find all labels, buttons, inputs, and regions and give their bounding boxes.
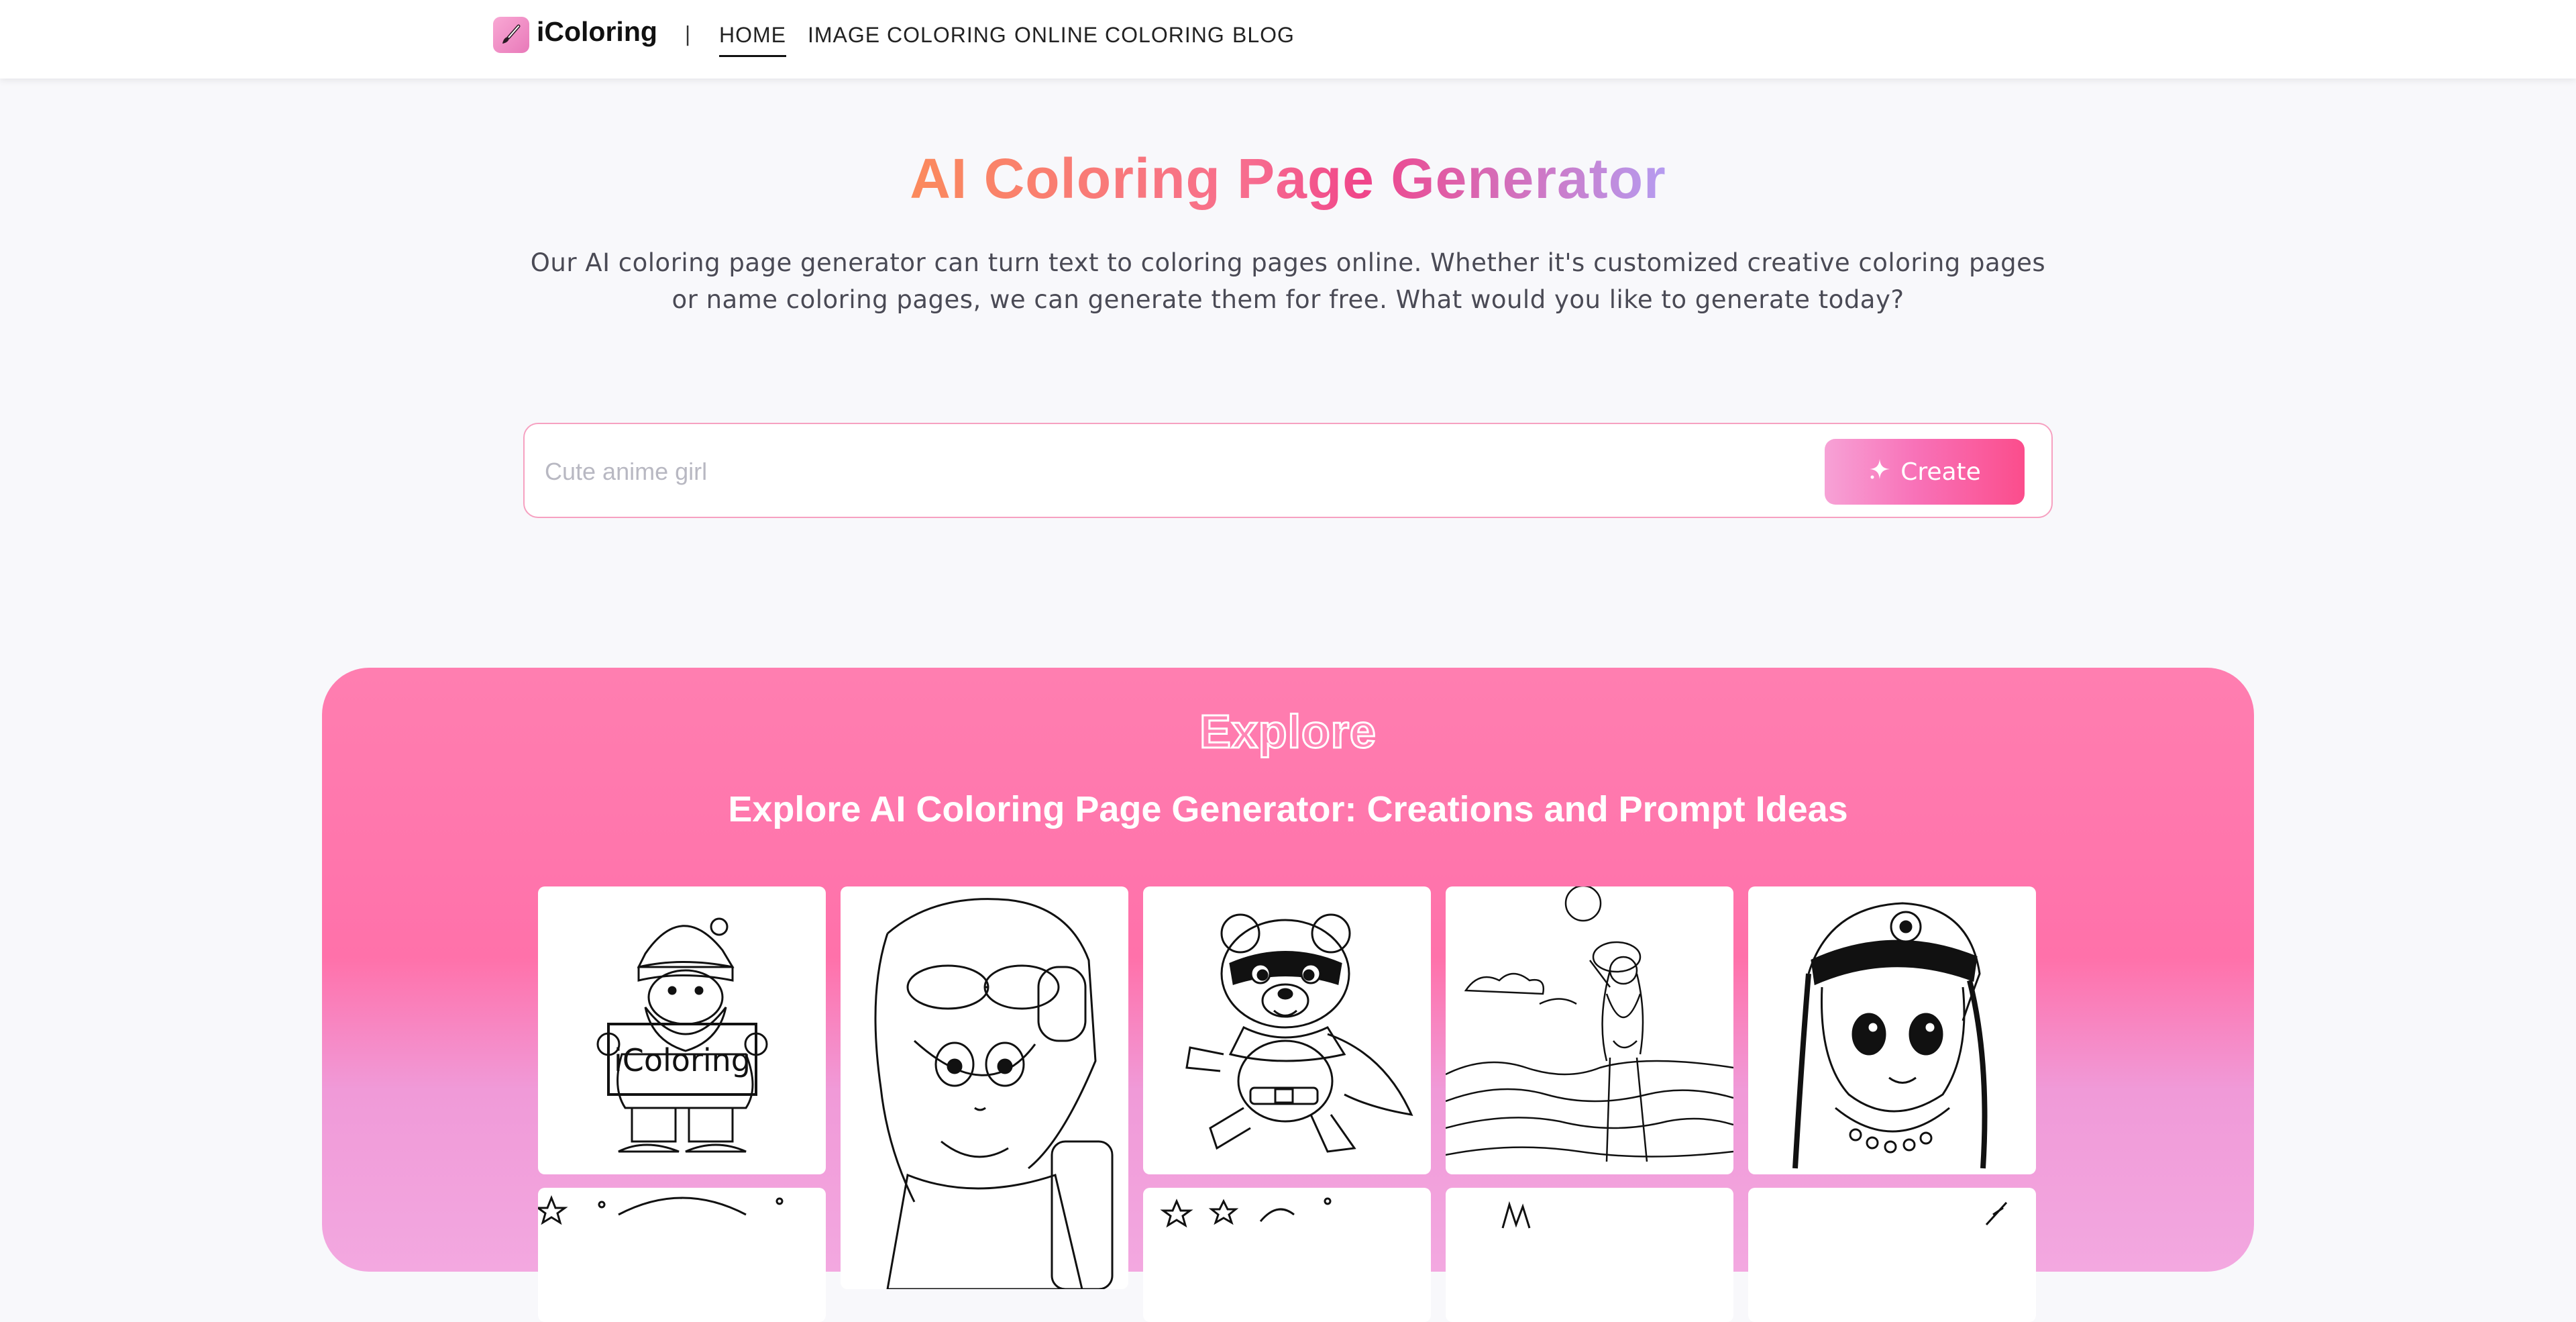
brush-logo-icon[interactable]: [493, 17, 529, 53]
girl-headband-illustration: [1792, 902, 1988, 1169]
top-navbar: iColoring | HOME IMAGE COLORING ONLINE C…: [0, 0, 2576, 79]
explore-subheading: Explore AI Coloring Page Generator: Crea…: [728, 789, 1848, 829]
brand-name[interactable]: iColoring: [537, 16, 657, 48]
sparkle-icon: [1868, 458, 1891, 487]
gallery-card-anime-girl[interactable]: [841, 886, 1128, 1289]
gallery-card-row2-4[interactable]: [1446, 1188, 1733, 1322]
bear-illustration: [1185, 913, 1413, 1153]
stars-illustration: [1160, 1197, 1332, 1228]
anime-girl-illustration: [874, 898, 1114, 1289]
nav-blog[interactable]: BLOG: [1232, 23, 1295, 48]
gallery-card-row2-1[interactable]: [538, 1188, 826, 1322]
page-description: Our AI coloring page generator can turn …: [530, 248, 2046, 314]
nav-separator: |: [684, 23, 692, 46]
nav-image-coloring[interactable]: IMAGE COLORING: [808, 23, 1007, 48]
prompt-search-bar: Create: [523, 423, 2053, 518]
create-button-label: Create: [1900, 458, 1981, 486]
nav-online-coloring[interactable]: ONLINE COLORING: [1014, 23, 1225, 48]
prompt-input[interactable]: [543, 444, 1660, 499]
sketch-illustration: [1985, 1201, 2008, 1226]
gallery-card-row2-3[interactable]: [1143, 1188, 1431, 1322]
explore-heading: Explore: [1199, 705, 1377, 759]
create-button[interactable]: Create: [1825, 439, 2025, 505]
sketch-illustration: [1501, 1201, 1531, 1229]
explore-section: Explore Explore AI Coloring Page Generat…: [322, 668, 2254, 1322]
gallery-card-superhero-bear[interactable]: [1143, 886, 1431, 1174]
santa-illustration: iColoring: [596, 917, 768, 1153]
gallery-card-beach-girl[interactable]: [1446, 886, 1733, 1174]
gallery-card-girl-headband[interactable]: [1748, 886, 2036, 1174]
nav-home[interactable]: HOME: [719, 23, 786, 57]
page-title: AI Coloring Page Generator: [910, 147, 1666, 210]
stars-illustration: [538, 1194, 784, 1225]
gallery-card-row2-5[interactable]: [1748, 1188, 2036, 1322]
beach-girl-illustration: [1446, 886, 1733, 1162]
gallery-card-santa[interactable]: iColoring: [538, 886, 826, 1174]
santa-sign-text: iColoring: [614, 1042, 751, 1078]
